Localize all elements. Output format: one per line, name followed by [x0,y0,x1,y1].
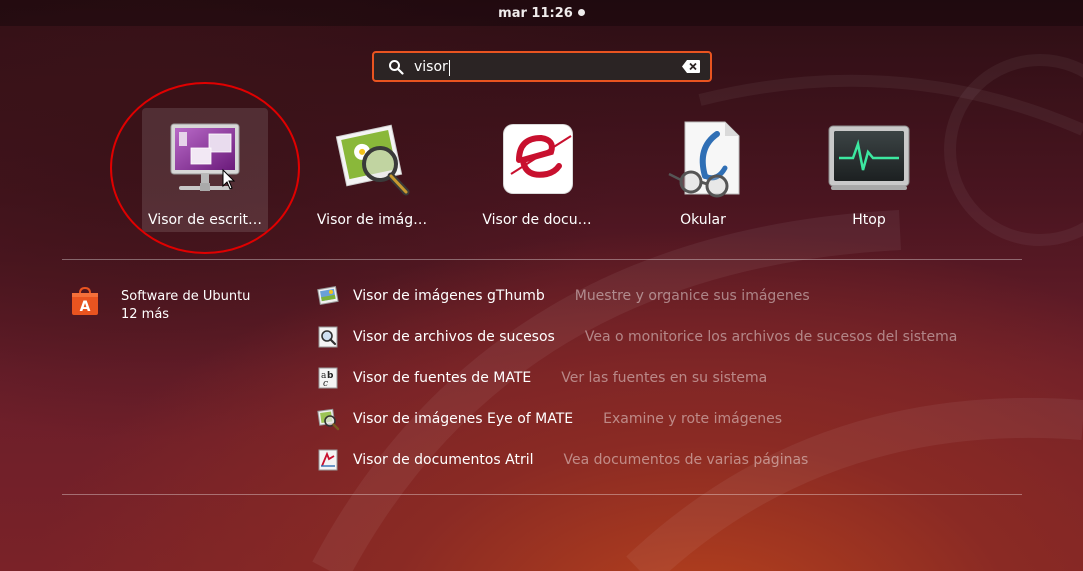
result-row[interactable]: a b c Visor de fuentes de MATE Ver las f… [316,366,767,390]
svg-text:A: A [80,299,91,315]
result-description: Muestre y organice sus imágenes [574,288,810,304]
clear-search-icon[interactable] [682,60,700,73]
svg-text:c: c [323,379,328,389]
app-label: Htop [852,212,886,228]
result-description: Vea o monitorice los archivos de sucesos… [584,329,958,345]
result-name: Visor de archivos de sucesos [353,329,555,345]
result-name: Visor de documentos Atril [353,452,534,468]
gthumb-icon [317,285,339,306]
app-image-viewer[interactable]: Visor de imág… [309,108,435,232]
text-caret [449,60,450,76]
divider [62,494,1022,495]
image-viewer-icon [335,124,410,196]
result-description: Vea documentos de varias páginas [563,452,809,468]
result-row[interactable]: Visor de documentos Atril Vea documentos… [316,448,808,472]
search-input[interactable] [414,57,664,77]
atril-icon [318,449,338,471]
document-viewer-icon [503,124,573,194]
top-bar: mar 11:26 [0,0,1083,26]
result-name: Visor de imágenes gThumb [353,288,545,304]
app-document-viewer[interactable]: Visor de docu… [474,108,600,232]
app-label: Okular [680,212,726,228]
search-box[interactable] [372,51,712,82]
result-row[interactable]: Visor de imágenes Eye of MATE Examine y … [316,407,782,431]
app-htop[interactable]: Htop [806,108,932,232]
notification-dot-icon [577,8,585,16]
svg-text:b: b [327,371,334,381]
result-name: Visor de imágenes Eye of MATE [353,411,574,427]
result-row[interactable]: Visor de imágenes gThumb Muestre y organ… [316,284,810,308]
provider-count[interactable]: 12 más [121,307,169,322]
result-row[interactable]: Visor de archivos de sucesos Vea o monit… [316,325,957,349]
eye-of-mate-icon [317,408,340,431]
font-viewer-icon: a b c [318,367,338,389]
log-viewer-icon [318,326,338,348]
app-okular[interactable]: Okular [640,108,766,232]
search-icon [389,60,404,75]
provider-name[interactable]: Software de Ubuntu [121,289,250,304]
okular-icon [668,121,740,198]
divider [62,259,1022,260]
result-description: Ver las fuentes en su sistema [561,370,768,386]
result-name: Visor de fuentes de MATE [353,370,532,386]
htop-icon [828,125,910,190]
annotation-circle [110,82,300,254]
clock[interactable]: mar 11:26 [498,6,585,21]
ubuntu-software-icon[interactable]: A [70,287,100,317]
result-description: Examine y rote imágenes [603,411,782,427]
app-label: Visor de imág… [316,212,428,228]
app-label: Visor de docu… [482,212,592,228]
